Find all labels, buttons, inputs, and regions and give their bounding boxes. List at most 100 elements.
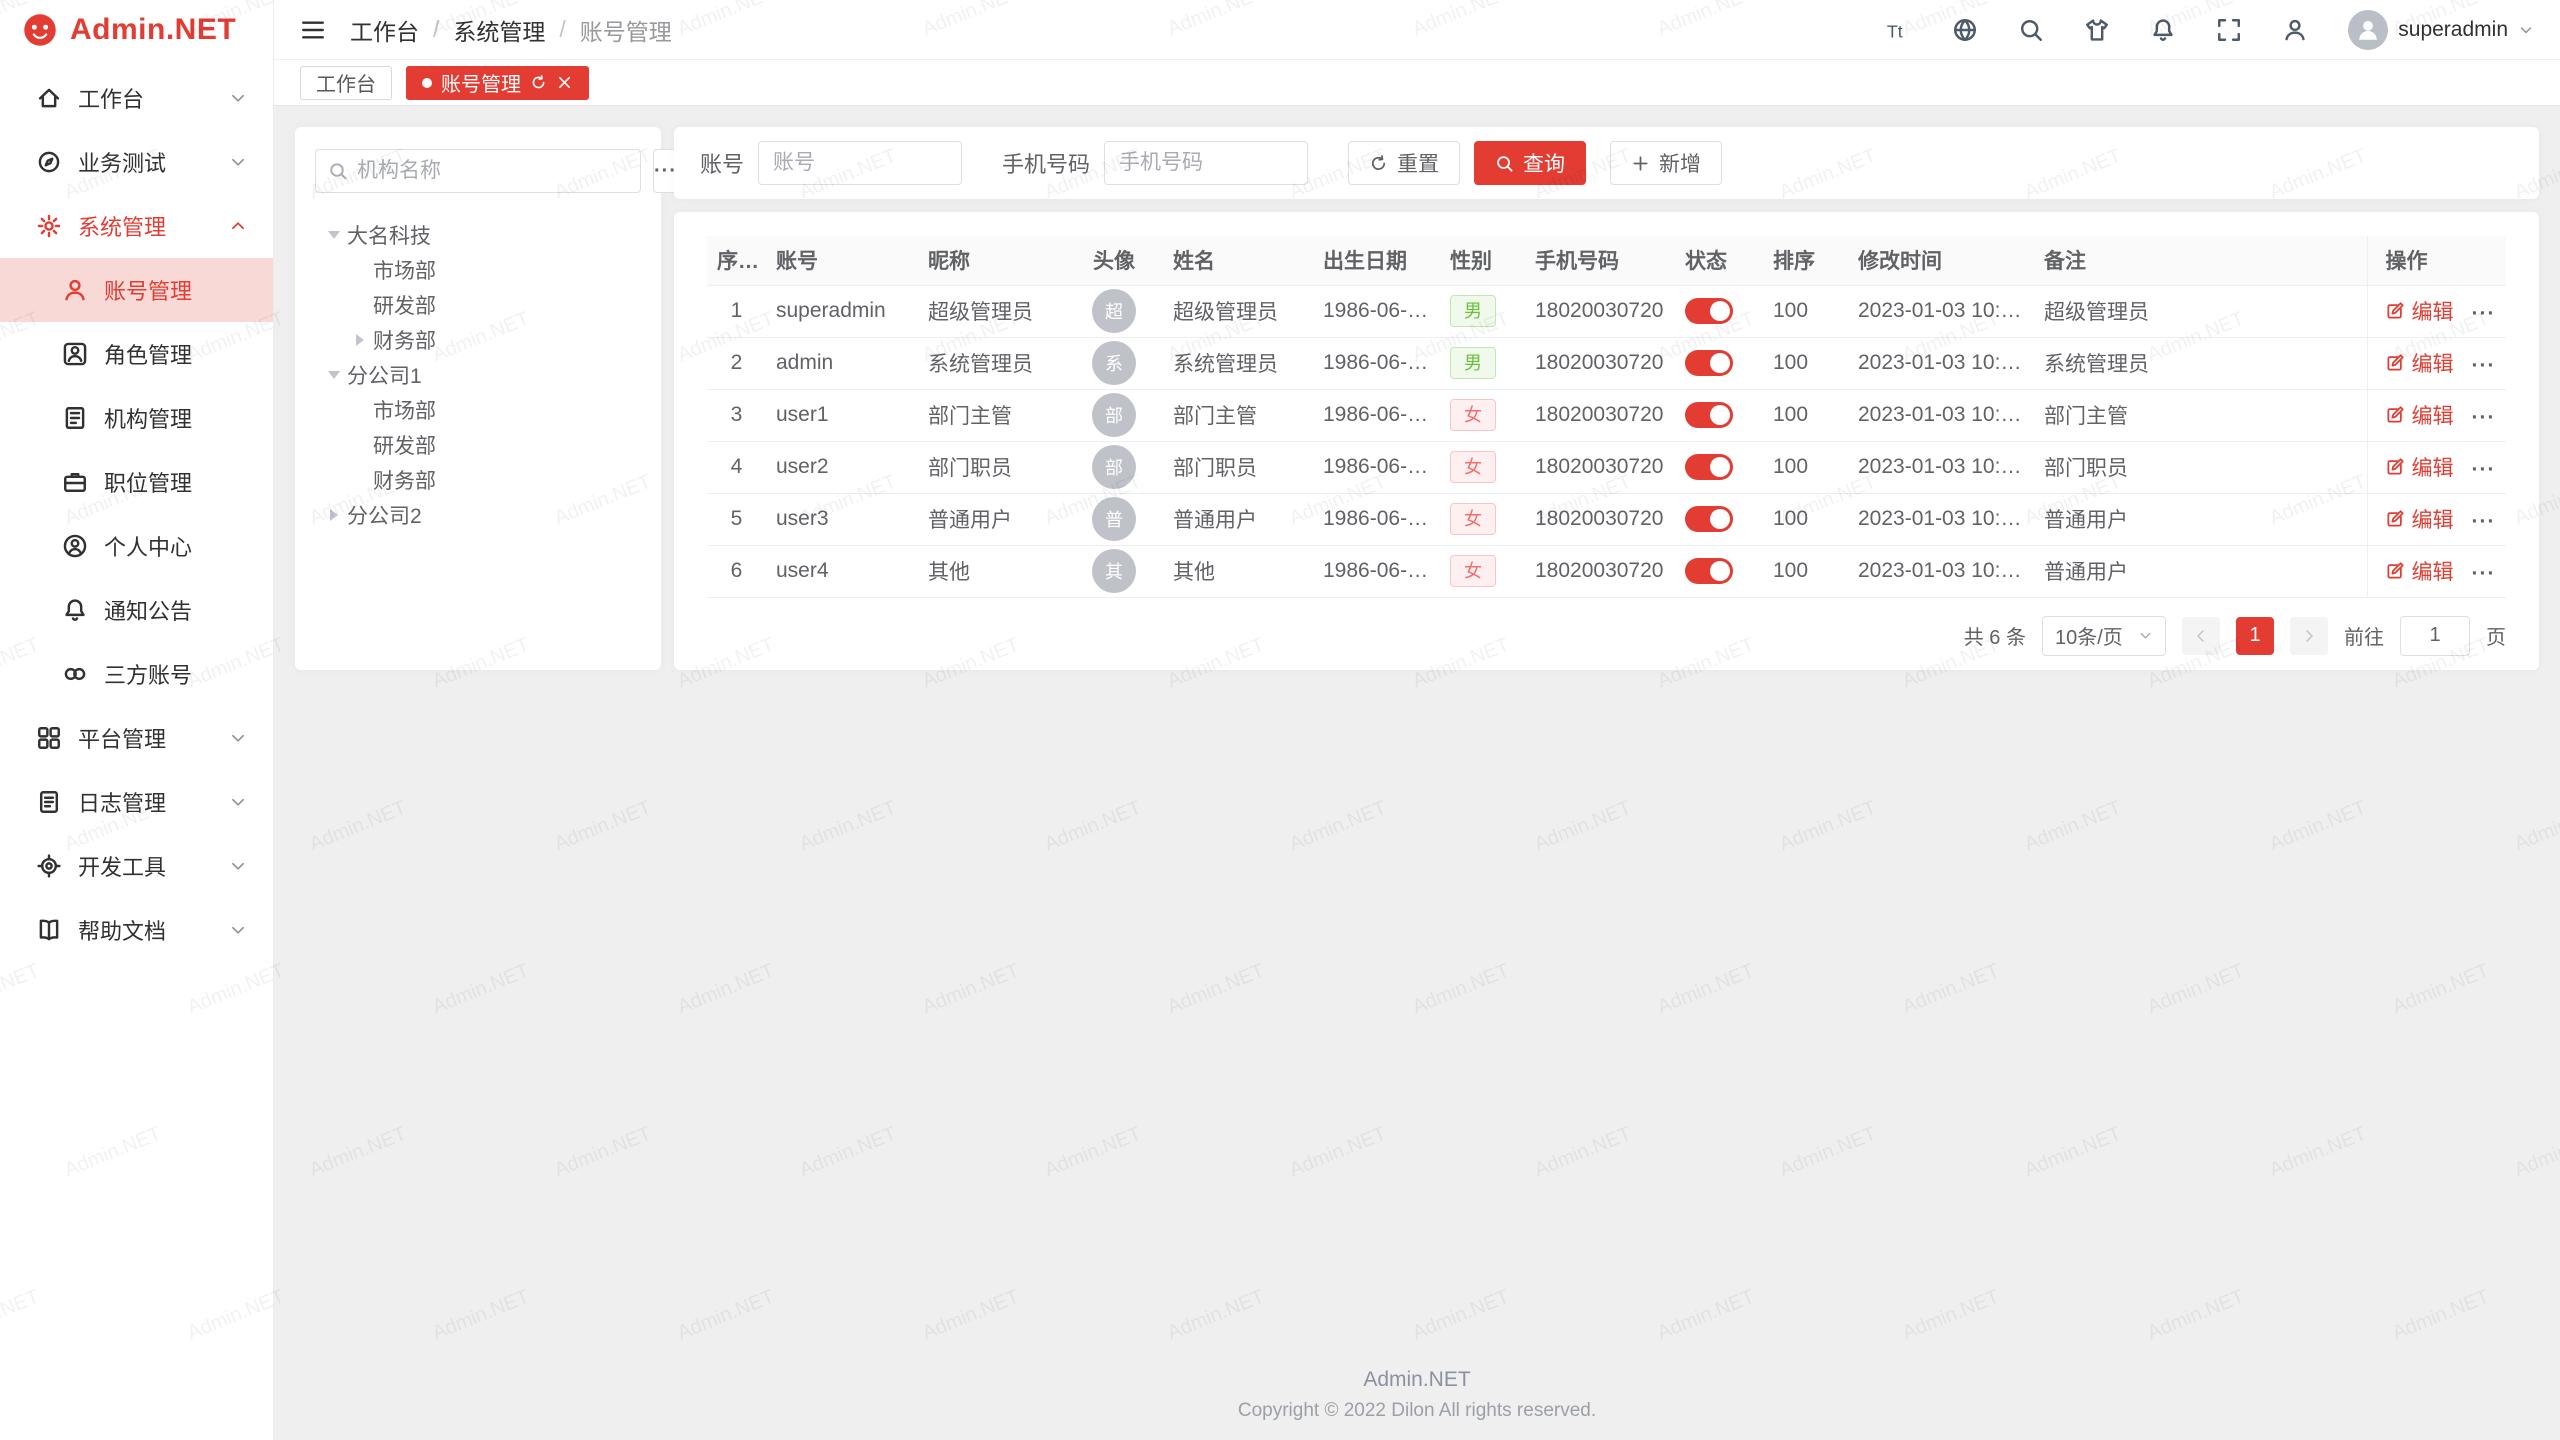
global-search-icon[interactable] [2018,17,2044,43]
menu-fold-icon[interactable] [300,17,326,43]
row-more-button[interactable]: ··· [2472,562,2496,585]
sidebar-item-1[interactable]: 业务测试 [0,130,273,194]
sidebar-subitem-2-6[interactable]: 三方账号 [0,642,273,706]
tree-node[interactable]: 分公司1 [315,357,641,392]
account-table-card: 序号账号昵称头像姓名出生日期性别手机号码状态排序修改时间备注操作 1supera… [674,212,2539,670]
theme-icon[interactable] [2084,17,2110,43]
breadcrumb-item[interactable]: 工作台 [350,13,419,47]
tab-refresh-icon[interactable] [530,74,547,91]
tree-node-label: 财务部 [373,325,436,355]
row-more-button[interactable]: ··· [2472,510,2496,533]
sidebar-subitem-2-1[interactable]: 角色管理 [0,322,273,386]
row-more-button[interactable]: ··· [2472,406,2496,429]
caret-icon[interactable] [321,366,347,384]
sidebar-subitem-2-5[interactable]: 通知公告 [0,578,273,642]
cell-name: 部门职员 [1163,441,1313,493]
topbar: 工作台 / 系统管理 / 账号管理 Tt superadmin [274,0,2560,60]
search-button[interactable]: 查询 [1474,141,1586,185]
sidebar-subitem-2-2[interactable]: 机构管理 [0,386,273,450]
cell-name: 系统管理员 [1163,337,1313,389]
edit-button[interactable]: 编辑 [2386,556,2454,586]
sidebar-item-2[interactable]: 系统管理 [0,194,273,258]
next-page-button[interactable] [2290,617,2328,655]
query-form: 账号 手机号码 重置 查询 新增 [674,127,2539,199]
sidebar-item-3[interactable]: 平台管理 [0,706,273,770]
edit-button[interactable]: 编辑 [2386,452,2454,482]
org-search-input[interactable] [357,159,628,183]
toggle-knob [1710,457,1730,477]
caret-icon[interactable] [321,226,347,244]
column-header: 头像 [1065,236,1163,285]
row-more-button[interactable]: ··· [2472,354,2496,377]
status-toggle[interactable] [1685,402,1733,428]
language-icon[interactable] [1952,17,1978,43]
tree-node[interactable]: 研发部 [315,287,641,322]
edit-icon [2386,353,2405,372]
avatar: 系 [1092,341,1136,385]
font-size-icon[interactable]: Tt [1886,17,1912,43]
caret-icon[interactable] [321,509,347,521]
tree-node[interactable]: 市场部 [315,392,641,427]
user-config-icon[interactable] [2282,17,2308,43]
sidebar-item-4[interactable]: 日志管理 [0,770,273,834]
status-toggle[interactable] [1685,506,1733,532]
page-size-select[interactable]: 10条/页 [2042,616,2166,656]
tab-account-manage[interactable]: 账号管理 [406,66,589,100]
pagination: 共 6 条 10条/页 1 前往 页 [707,616,2506,656]
status-toggle[interactable] [1685,350,1733,376]
sidebar-item-5[interactable]: 开发工具 [0,834,273,898]
org-search-field[interactable] [315,149,641,193]
tab-close-icon[interactable] [556,74,573,91]
cell-name: 其他 [1163,545,1313,597]
cell-order: 100 [1763,441,1848,493]
account-input[interactable] [758,141,962,185]
sidebar-item-0[interactable]: 工作台 [0,66,273,130]
row-more-button[interactable]: ··· [2472,458,2496,481]
right-column: 账号 手机号码 重置 查询 新增 [674,127,2539,1419]
reset-button[interactable]: 重置 [1348,141,1460,185]
page-number-current[interactable]: 1 [2236,617,2274,655]
status-toggle[interactable] [1685,454,1733,480]
cell-actions: 编辑 ··· [2367,337,2506,389]
logo[interactable]: Admin.NET [0,0,273,60]
edit-button[interactable]: 编辑 [2386,504,2454,534]
notification-bell-icon[interactable] [2150,17,2176,43]
edit-icon [2386,405,2405,424]
tree-node[interactable]: 研发部 [315,427,641,462]
fullscreen-icon[interactable] [2216,17,2242,43]
status-toggle[interactable] [1685,558,1733,584]
column-header: 手机号码 [1525,236,1675,285]
breadcrumb-item[interactable]: 系统管理 [453,13,545,47]
reset-button-label: 重置 [1397,148,1439,178]
sidebar-subitem-2-3[interactable]: 职位管理 [0,450,273,514]
tab-workbench[interactable]: 工作台 [300,66,392,100]
column-header: 账号 [766,236,918,285]
edit-button[interactable]: 编辑 [2386,348,2454,378]
tree-node[interactable]: 分公司2 [315,497,641,532]
caret-icon[interactable] [347,334,373,346]
sidebar-item-6[interactable]: 帮助文档 [0,898,273,962]
tree-node[interactable]: 市场部 [315,252,641,287]
tree-node[interactable]: 财务部 [315,462,641,497]
phone-label: 手机号码 [1002,147,1090,179]
goto-page-input[interactable] [2400,616,2470,656]
sidebar-subitem-label: 职位管理 [104,466,247,498]
chevron-down-icon [229,729,247,747]
prev-page-button[interactable] [2182,617,2220,655]
row-more-button[interactable]: ··· [2472,302,2496,325]
add-button[interactable]: 新增 [1610,141,1722,185]
edit-button[interactable]: 编辑 [2386,296,2454,326]
sidebar-subitem-2-0[interactable]: 账号管理 [0,258,273,322]
edit-button[interactable]: 编辑 [2386,400,2454,430]
edit-icon [2386,561,2405,580]
user-menu[interactable]: superadmin [2348,10,2534,50]
cell-status [1675,545,1763,597]
tree-node[interactable]: 财务部 [315,322,641,357]
tree-node[interactable]: 大名科技 [315,217,641,252]
sidebar-subitem-2-4[interactable]: 个人中心 [0,514,273,578]
status-toggle[interactable] [1685,298,1733,324]
chevron-down-icon [2138,628,2153,643]
toggle-knob [1710,405,1730,425]
breadcrumb: 工作台 / 系统管理 / 账号管理 [350,13,672,47]
phone-input[interactable] [1104,141,1308,185]
